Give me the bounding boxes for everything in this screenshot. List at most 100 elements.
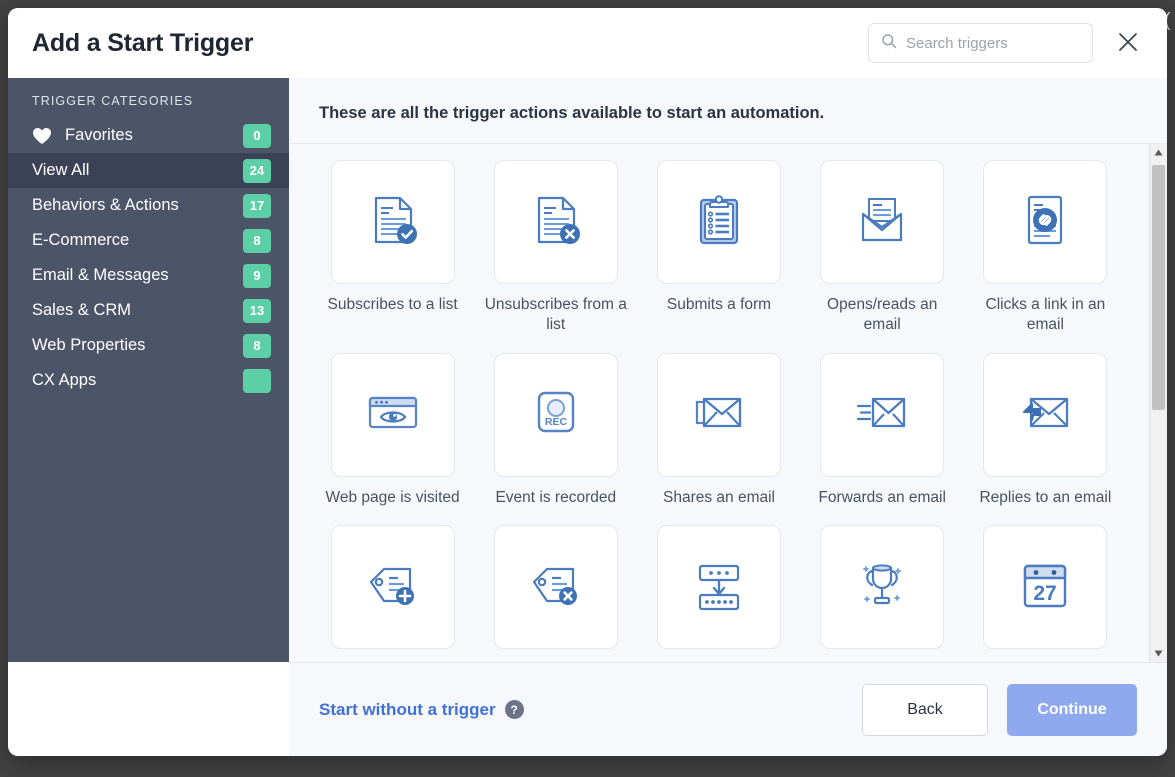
continue-button[interactable]: Continue (1007, 683, 1137, 736)
sidebar-item-label: Behaviors & Actions (32, 196, 179, 214)
tile-label: Replies to an email (979, 488, 1112, 506)
footer-actions: Back Continue (862, 683, 1137, 736)
sidebar-item-behaviors-actions[interactable]: Behaviors & Actions 17 (8, 188, 289, 223)
rec-button-icon: REC (525, 381, 587, 448)
status-badge (243, 368, 271, 393)
trophy-icon (851, 554, 913, 621)
tile-label: Clicks a link in an email (985, 296, 1106, 333)
rec-label: REC (545, 416, 568, 428)
trigger-tile-subscribes-to-a-list[interactable]: Subscribes to a list (311, 160, 474, 335)
tile-card: 27 (983, 525, 1108, 650)
tile-label: Event is recorded (495, 488, 617, 506)
trigger-grid-scroll: Subscribes to a list Unsubscribes from a… (289, 144, 1149, 662)
tile-label: Subscribes to a list (327, 296, 458, 313)
tile-label: Forwards an email (818, 488, 946, 506)
help-icon[interactable]: ? (504, 700, 524, 719)
sidebar-item-e-commerce[interactable]: E-Commerce 8 (8, 223, 289, 258)
sidebar-item-label: Email & Messages (32, 266, 169, 284)
tile-card (656, 525, 781, 650)
trigger-tile-list-move[interactable] (637, 525, 800, 660)
trigger-tile-opens-reads-an-email[interactable]: Opens/reads an email (801, 160, 964, 335)
header-right-controls (868, 23, 1153, 63)
content-scrollbar[interactable] (1149, 144, 1167, 662)
search-box[interactable] (868, 23, 1093, 63)
sidebar-item-label: E-Commerce (32, 231, 130, 249)
tile-card (820, 160, 945, 284)
tile-card (820, 352, 945, 477)
trigger-grid-wrapper: Subscribes to a list Unsubscribes from a… (289, 144, 1167, 662)
modal-body: TRIGGER CATEGORIES Favorites 0 View All … (8, 78, 1167, 662)
tile-label: Opens/reads an email (827, 296, 938, 333)
sidebar-item-web-properties[interactable]: Web Properties 8 (8, 328, 289, 363)
trigger-tile-forwards-an-email[interactable]: Forwards an email (801, 352, 964, 508)
trigger-tile-shares-an-email[interactable]: Shares an email (637, 352, 800, 508)
document-check-icon (362, 189, 424, 256)
start-without-a-trigger-link[interactable]: Start without a trigger (319, 700, 496, 720)
close-icon (1117, 31, 1139, 56)
start-without-trigger-group: Start without a trigger ? (319, 700, 524, 720)
browser-eye-icon (362, 381, 424, 448)
scrollbar-thumb[interactable] (1152, 165, 1165, 410)
sidebar-item-cx-apps[interactable]: CX Apps (8, 363, 289, 398)
share-envelope-icon (688, 381, 750, 448)
sidebar-item-label: Sales & CRM (32, 301, 132, 319)
add-start-trigger-modal: Add a Start Trigger Search triggers TRIG… (8, 8, 1167, 756)
sidebar-item-view-all[interactable]: View All 24 (8, 153, 289, 188)
trigger-tile-web-page-is-visited[interactable]: Web page is visited (311, 352, 474, 508)
status-badge: 9 (243, 263, 271, 288)
tile-label: Submits a form (666, 296, 772, 313)
sidebar-item-sales-crm[interactable]: Sales & CRM 13 (8, 293, 289, 328)
content-intro-text: These are all the trigger actions availa… (289, 78, 1167, 144)
status-badge: 24 (243, 158, 271, 183)
tag-plus-icon (362, 554, 424, 621)
trigger-tile-goal-achieved[interactable] (801, 525, 964, 660)
heart-icon (32, 127, 52, 145)
tile-card (493, 160, 618, 284)
modal-header: Add a Start Trigger (8, 8, 1167, 78)
page-title: Add a Start Trigger (32, 28, 254, 57)
clipboard-list-icon (688, 189, 750, 256)
reply-envelope-icon (1014, 381, 1076, 448)
sidebar-item-label: Web Properties (32, 336, 146, 354)
trigger-tile-event-is-recorded[interactable]: REC Event is recorded (474, 352, 637, 508)
search-icon (881, 33, 897, 54)
sidebar-item-email-messages[interactable]: Email & Messages 9 (8, 258, 289, 293)
tile-card (983, 352, 1108, 477)
status-badge: 17 (243, 193, 271, 218)
scroll-down-arrow-icon[interactable] (1150, 645, 1167, 662)
sidebar: TRIGGER CATEGORIES Favorites 0 View All … (8, 78, 289, 662)
tile-label: Unsubscribes from a list (484, 296, 627, 333)
tile-card (330, 525, 455, 650)
sidebar-heading: TRIGGER CATEGORIES (32, 94, 194, 108)
trigger-tile-clicks-a-link-in-an-email[interactable]: Clicks a link in an email (964, 160, 1127, 335)
calendar-27-icon: 27 (1014, 554, 1076, 621)
sidebar-item-label: CX Apps (32, 371, 97, 389)
status-badge: 8 (243, 333, 271, 358)
scrollbar-track[interactable] (1150, 161, 1167, 645)
search-input[interactable] (906, 34, 1080, 52)
trigger-tile-submits-a-form[interactable]: Submits a form (637, 160, 800, 335)
status-badge: 0 (243, 123, 271, 148)
tag-x-icon (525, 554, 587, 621)
trigger-tile-date-based[interactable]: 27 (964, 525, 1127, 660)
back-button[interactable]: Back (862, 683, 988, 736)
open-envelope-icon (851, 189, 913, 256)
trigger-tile-tag-removed[interactable] (474, 525, 637, 660)
forward-envelope-icon (851, 381, 913, 448)
sidebar-item-label: View All (32, 161, 90, 179)
status-badge: 13 (243, 298, 271, 323)
list-move-icon (688, 554, 750, 621)
sidebar-item-favorites[interactable]: Favorites 0 (8, 118, 289, 153)
document-x-icon (525, 189, 587, 256)
close-button[interactable] (1111, 26, 1145, 60)
scroll-up-arrow-icon[interactable] (1150, 144, 1167, 161)
trigger-tile-unsubscribes-from-a-list[interactable]: Unsubscribes from a list (474, 160, 637, 335)
tile-card (983, 160, 1108, 284)
calendar-day-label: 27 (1034, 582, 1057, 605)
tile-label: Shares an email (662, 488, 775, 506)
sidebar-item-label: Favorites (65, 126, 133, 144)
status-badge: 8 (243, 228, 271, 253)
tile-card: REC (493, 352, 618, 477)
trigger-tile-replies-to-an-email[interactable]: Replies to an email (964, 352, 1127, 508)
trigger-tile-tag-added[interactable] (311, 525, 474, 660)
